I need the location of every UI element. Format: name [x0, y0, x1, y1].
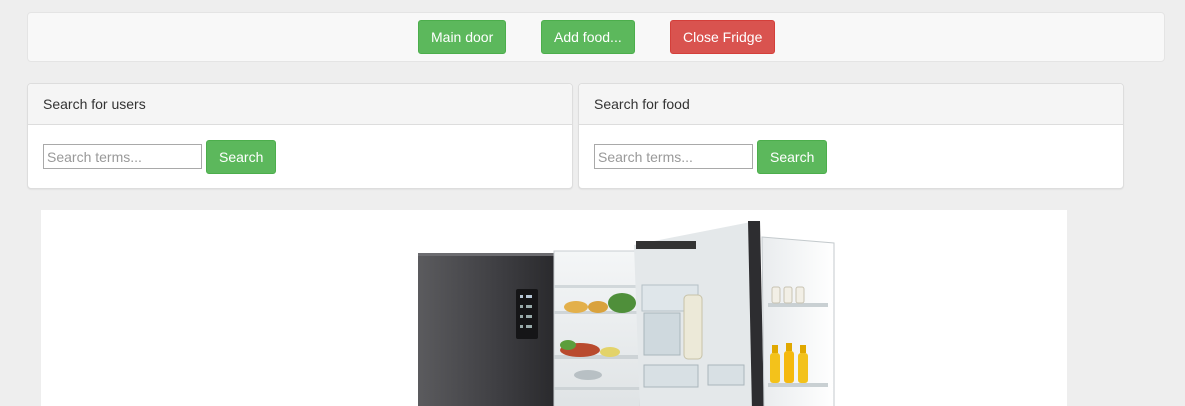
search-food-panel: Search for food Search — [578, 83, 1124, 189]
search-users-input[interactable] — [43, 144, 202, 169]
add-food-button[interactable]: Add food... — [541, 20, 635, 54]
top-toolbar: Main door Add food... Close Fridge — [27, 12, 1165, 62]
search-food-title: Search for food — [579, 84, 1123, 125]
search-users-panel: Search for users Search — [27, 83, 573, 189]
fridge-image-area — [41, 210, 1067, 406]
open-fridge-image — [418, 221, 835, 406]
search-food-input[interactable] — [594, 144, 753, 169]
main-door-button[interactable]: Main door — [418, 20, 507, 54]
search-food-button[interactable]: Search — [757, 140, 828, 174]
close-fridge-button[interactable]: Close Fridge — [670, 20, 776, 54]
search-users-title: Search for users — [28, 84, 572, 125]
search-users-button[interactable]: Search — [206, 140, 277, 174]
